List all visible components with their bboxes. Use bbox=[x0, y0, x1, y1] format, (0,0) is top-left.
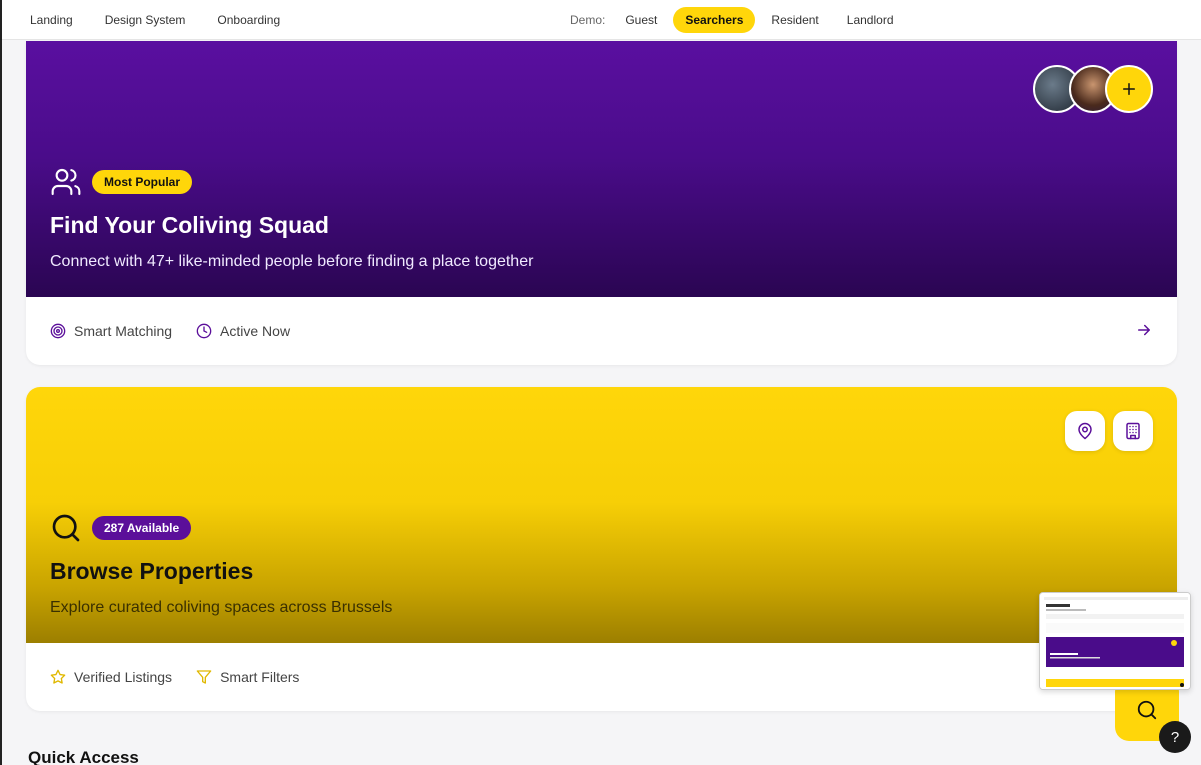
nav-link-landing[interactable]: Landing bbox=[14, 7, 89, 33]
quick-access-heading: Quick Access bbox=[28, 748, 139, 765]
browse-card-title: Browse Properties bbox=[50, 558, 254, 584]
squad-card-footer: Smart Matching Active Now bbox=[26, 297, 1177, 365]
demo-option-searchers[interactable]: Searchers bbox=[673, 6, 756, 33]
browse-card[interactable]: 287 Available Browse Properties Explore … bbox=[26, 387, 1177, 711]
arrow-right-icon bbox=[1138, 324, 1150, 336]
squad-card-subtitle: Connect with 47+ like-minded people befo… bbox=[50, 253, 534, 270]
feature-label: Active Now bbox=[220, 323, 291, 339]
most-popular-badge: Most Popular bbox=[92, 170, 193, 194]
clock-icon bbox=[196, 323, 212, 339]
feature-smart-filters: Smart Filters bbox=[196, 669, 299, 685]
browse-card-footer: Verified Listings Smart Filters bbox=[26, 643, 1177, 711]
squad-card-hero: Most Popular Find Your Coliving Squad Co… bbox=[26, 41, 1177, 297]
users-icon bbox=[51, 168, 81, 196]
star-icon bbox=[50, 669, 66, 684]
add-member-button[interactable] bbox=[1105, 65, 1153, 113]
search-icon bbox=[52, 514, 80, 542]
demo-option-resident[interactable]: Resident bbox=[759, 7, 830, 33]
feature-smart-matching: Smart Matching bbox=[50, 323, 172, 339]
nav-link-design-system[interactable]: Design System bbox=[89, 7, 202, 33]
squad-card-arrow-button[interactable] bbox=[1135, 321, 1153, 344]
buildings-button[interactable] bbox=[1113, 411, 1153, 451]
feature-label: Smart Matching bbox=[74, 323, 173, 339]
map-pin-icon bbox=[1078, 422, 1092, 440]
squad-card[interactable]: Most Popular Find Your Coliving Squad Co… bbox=[26, 41, 1177, 365]
building-icon bbox=[1126, 422, 1140, 440]
demo-option-landlord[interactable]: Landlord bbox=[835, 7, 906, 33]
page-preview-thumbnail[interactable] bbox=[1039, 592, 1191, 690]
nav-link-onboarding[interactable]: Onboarding bbox=[201, 7, 296, 33]
feature-label: Verified Listings bbox=[74, 669, 173, 685]
browse-card-subtitle: Explore curated coliving spaces across B… bbox=[50, 599, 393, 616]
map-button[interactable] bbox=[1065, 411, 1105, 451]
target-icon bbox=[50, 323, 66, 339]
available-count-badge: 287 Available bbox=[92, 516, 192, 540]
preview-miniature bbox=[1040, 593, 1190, 689]
demo-switcher: Demo: Guest Searchers Resident Landlord bbox=[570, 6, 910, 33]
feature-verified-listings: Verified Listings bbox=[50, 669, 172, 685]
demo-option-guest[interactable]: Guest bbox=[613, 7, 669, 33]
feature-active-now: Active Now bbox=[196, 323, 290, 339]
squad-card-title: Find Your Coliving Squad bbox=[50, 212, 329, 238]
help-button[interactable]: ? bbox=[1159, 721, 1191, 753]
demo-label: Demo: bbox=[570, 12, 606, 27]
browse-card-actions bbox=[1065, 411, 1153, 451]
browse-card-hero: 287 Available Browse Properties Explore … bbox=[26, 387, 1177, 643]
search-icon bbox=[1137, 700, 1157, 719]
member-avatars bbox=[1033, 65, 1153, 113]
main-nav: Landing Design System Onboarding bbox=[14, 7, 296, 33]
feature-label: Smart Filters bbox=[220, 669, 300, 685]
plus-icon bbox=[1123, 83, 1135, 95]
filter-icon bbox=[196, 670, 212, 684]
top-navigation: Landing Design System Onboarding Demo: G… bbox=[2, 0, 1201, 40]
